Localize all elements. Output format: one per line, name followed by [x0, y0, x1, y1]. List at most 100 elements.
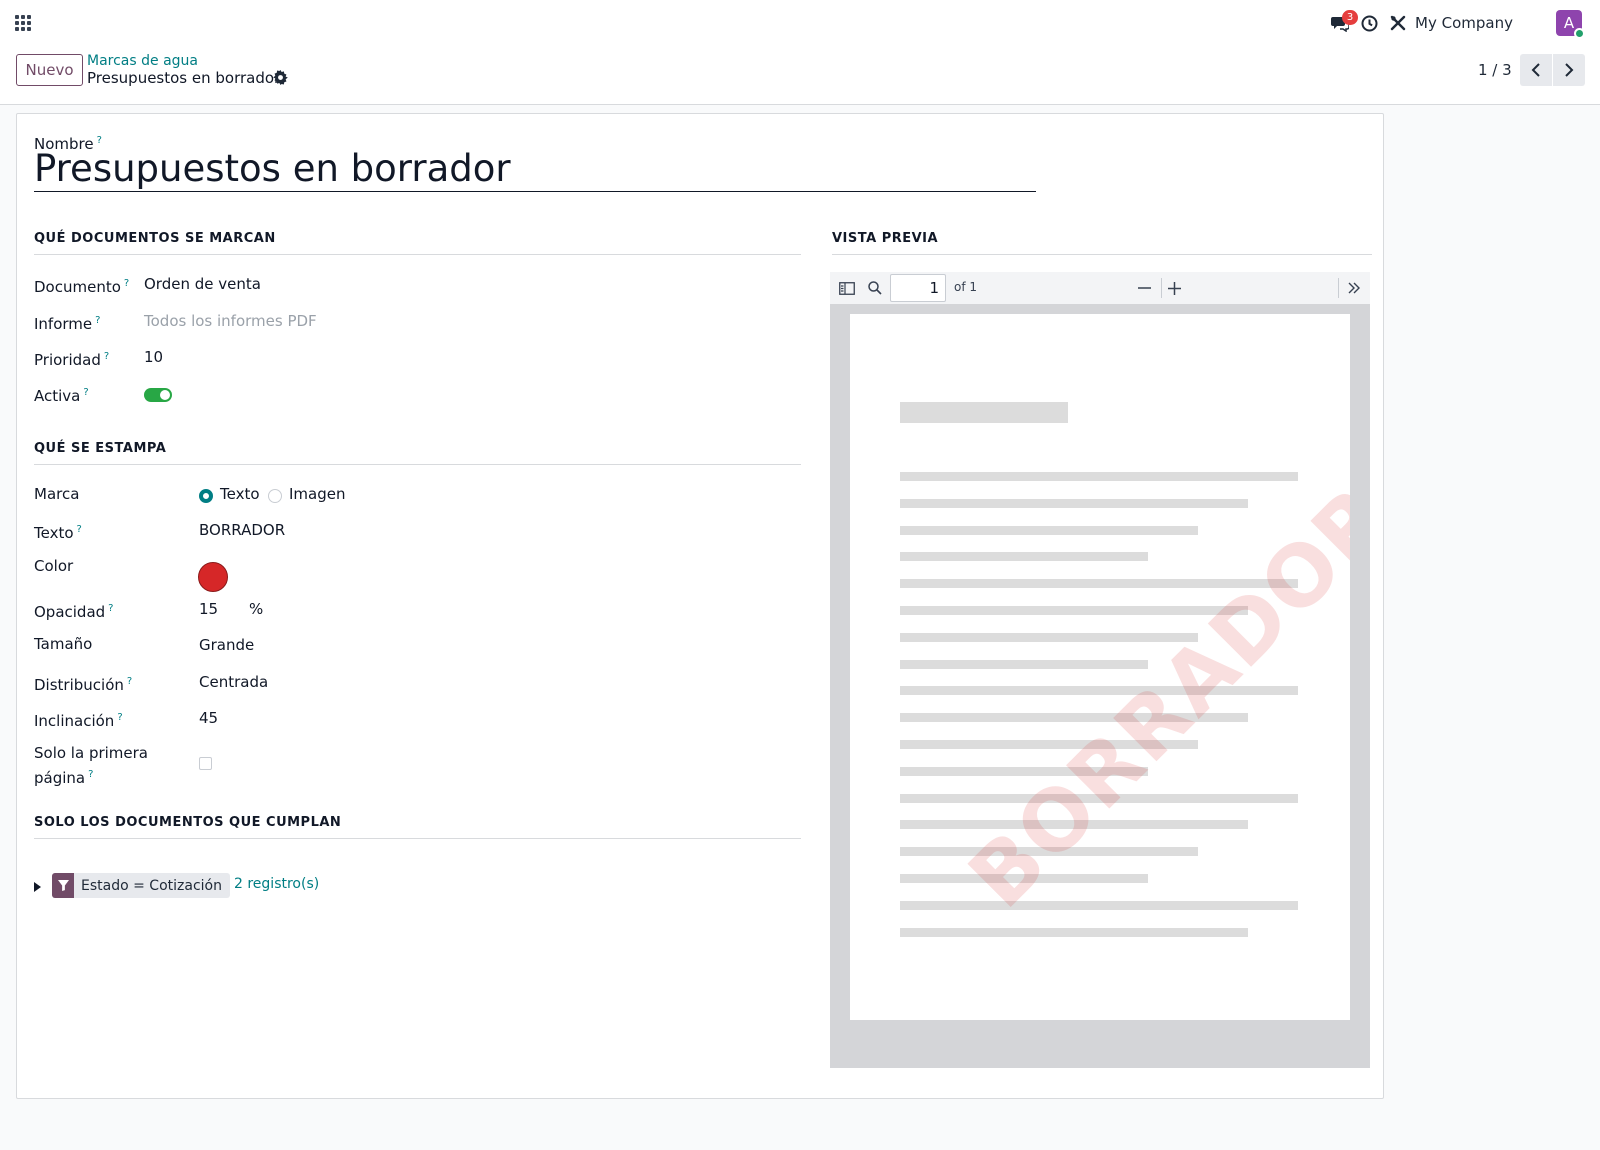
pdf-text-line [900, 686, 1298, 696]
texto-label: Texto? [34, 524, 82, 542]
name-field[interactable]: Presupuestos en borrador [34, 149, 1036, 192]
texto-field[interactable]: BORRADOR [199, 520, 285, 541]
help-icon[interactable]: ? [117, 712, 122, 723]
pdf-text-line [900, 927, 1248, 937]
opacidad-unit: % [249, 600, 264, 618]
pdf-text-line [900, 552, 1148, 562]
avatar[interactable]: A [1556, 10, 1585, 39]
color-label: Color [34, 557, 74, 575]
pdf-text-line [900, 820, 1248, 830]
breadcrumb-current: Presupuestos en borrador [87, 69, 281, 87]
pdf-text-line [900, 847, 1198, 857]
solo-primera-label: Solo la primera página? [34, 744, 148, 787]
help-icon[interactable]: ? [95, 315, 100, 326]
gear-icon[interactable] [273, 70, 288, 85]
chevron-right-icon [1565, 63, 1574, 77]
page-count: of 1 [954, 280, 978, 294]
avatar-initial: A [1563, 14, 1575, 32]
double-chevron-right-icon[interactable] [1344, 278, 1364, 298]
section-domain-title: SOLO LOS DOCUMENTOS QUE CUMPLAN [34, 815, 801, 839]
help-icon[interactable]: ? [104, 351, 109, 362]
control-panel: Nuevo Marcas de agua Presupuestos en bor… [0, 46, 1600, 105]
messages-icon[interactable]: 3 [1325, 0, 1358, 46]
sidebar-toggle-icon[interactable] [838, 278, 856, 298]
tools-icon[interactable] [1386, 0, 1410, 46]
pdf-text-line [900, 766, 1148, 776]
pdf-text-line [900, 498, 1248, 508]
pdf-text-line [900, 874, 1148, 883]
opacidad-label: Opacidad? [34, 603, 114, 621]
pdf-page: BORRADOR [850, 314, 1350, 1020]
zoom-out-icon[interactable] [1136, 278, 1152, 298]
activa-label: Activa? [34, 387, 89, 405]
prioridad-field[interactable]: 10 [144, 347, 163, 368]
inclinacion-label: Inclinación? [34, 712, 123, 730]
pdf-text-line [900, 632, 1198, 642]
informe-label: Informe? [34, 315, 101, 333]
marca-option-imagen[interactable]: Imagen [289, 484, 345, 505]
toolbar-separator [1161, 278, 1162, 298]
pager-value[interactable]: 1 / 3 [1478, 61, 1512, 79]
section-stamp-title: QUÉ SE ESTAMPA [34, 441, 801, 465]
marca-radio-imagen[interactable] [268, 489, 282, 503]
documento-field[interactable]: Orden de venta [144, 274, 261, 295]
pdf-text-line [900, 659, 1148, 669]
pdf-text-line [900, 525, 1198, 535]
domain-filter-chip[interactable]: Estado = Cotización [52, 873, 230, 898]
help-icon[interactable]: ? [88, 769, 93, 780]
pdf-text-line [900, 579, 1298, 589]
apps-menu-icon[interactable] [15, 15, 31, 31]
help-icon[interactable]: ? [127, 676, 132, 687]
breadcrumb-parent-link[interactable]: Marcas de agua [87, 53, 198, 69]
help-icon[interactable]: ? [108, 603, 113, 614]
pdf-text-line [900, 472, 1298, 481]
messages-badge: 3 [1342, 10, 1358, 25]
help-icon[interactable]: ? [77, 524, 82, 535]
online-status-dot [1574, 28, 1585, 39]
page-number-input[interactable]: 1 [890, 274, 946, 302]
help-icon[interactable]: ? [124, 278, 129, 289]
pdf-text-line [900, 900, 1298, 910]
documento-label: Documento? [34, 278, 130, 296]
solo-primera-checkbox[interactable] [199, 757, 212, 770]
search-icon[interactable] [866, 278, 884, 298]
inclinacion-field[interactable]: 45 [199, 708, 218, 729]
pdf-heading-placeholder [900, 402, 1068, 423]
pdf-text-line [900, 740, 1198, 749]
watermark-text: BORRADOR [950, 467, 1350, 927]
pdf-preview-area[interactable]: BORRADOR [830, 304, 1370, 1068]
chevron-left-icon [1531, 63, 1540, 77]
pager-next-button[interactable] [1553, 54, 1585, 86]
marca-label: Marca [34, 485, 80, 503]
company-switcher[interactable]: My Company [1414, 0, 1514, 46]
activa-toggle[interactable] [144, 388, 172, 402]
pdf-text-line [900, 713, 1248, 723]
opacidad-field[interactable]: 15 [199, 599, 218, 620]
informe-field[interactable]: Todos los informes PDF [144, 311, 317, 332]
marca-option-texto[interactable]: Texto [220, 484, 260, 505]
clock-icon[interactable] [1357, 0, 1381, 46]
new-button[interactable]: Nuevo [16, 54, 83, 86]
distribucion-field[interactable]: Centrada [199, 672, 268, 693]
tamano-field[interactable]: Grande [199, 635, 254, 656]
filter-icon [52, 873, 74, 898]
caret-right-icon[interactable] [34, 882, 41, 892]
section-preview-title: VISTA PREVIA [832, 231, 1372, 255]
pdf-text-line [900, 793, 1298, 803]
pager-previous-button[interactable] [1520, 54, 1552, 86]
zoom-in-icon[interactable] [1166, 278, 1182, 298]
domain-condition: Estado = Cotización [81, 877, 222, 894]
domain-records-link[interactable]: 2 registro(s) [234, 876, 319, 892]
distribucion-label: Distribución? [34, 676, 133, 694]
color-swatch[interactable] [198, 562, 228, 592]
pdf-toolbar: 1 of 1 [830, 272, 1370, 304]
pdf-text-line [900, 606, 1248, 615]
help-icon[interactable]: ? [97, 135, 102, 146]
help-icon[interactable]: ? [83, 387, 88, 398]
marca-radio-texto[interactable] [199, 489, 213, 503]
toolbar-separator [1338, 278, 1339, 298]
tamano-label: Tamaño [34, 635, 93, 653]
prioridad-label: Prioridad? [34, 351, 110, 369]
section-documents-title: QUÉ DOCUMENTOS SE MARCAN [34, 231, 801, 255]
top-navbar: 3 My Company A [0, 0, 1600, 46]
